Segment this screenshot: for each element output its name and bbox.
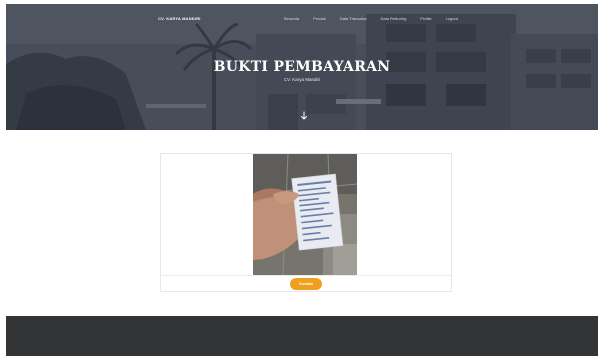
page-title: BUKTI PEMBAYARAN — [213, 59, 391, 75]
card-divider — [160, 275, 452, 276]
page-subtitle: CV. Karya Mandiri — [283, 77, 321, 82]
nav-link-produk[interactable]: Produk — [313, 16, 326, 21]
arrow-down-icon[interactable] — [299, 111, 309, 121]
nav-link-data-retturing[interactable]: Data Retturing — [381, 16, 407, 21]
hero-banner: CV. KARYA MANDIRI Beranda Produk Data Tr… — [6, 4, 598, 130]
nav-link-logout[interactable]: Logout — [446, 16, 458, 21]
back-button[interactable]: Kembali — [290, 278, 322, 290]
nav-link-profile[interactable]: Profile — [420, 16, 431, 21]
top-navbar: CV. KARYA MANDIRI Beranda Produk Data Tr… — [6, 14, 598, 28]
page-footer — [6, 316, 598, 356]
payment-receipt-photo[interactable] — [253, 154, 357, 275]
brand-logo-text[interactable]: CV. KARYA MANDIRI — [158, 16, 201, 21]
nav-links: Beranda Produk Data Transaksi Data Rettu… — [284, 16, 472, 21]
nav-link-beranda[interactable]: Beranda — [284, 16, 299, 21]
nav-link-data-transaksi[interactable]: Data Transaksi — [340, 16, 367, 21]
